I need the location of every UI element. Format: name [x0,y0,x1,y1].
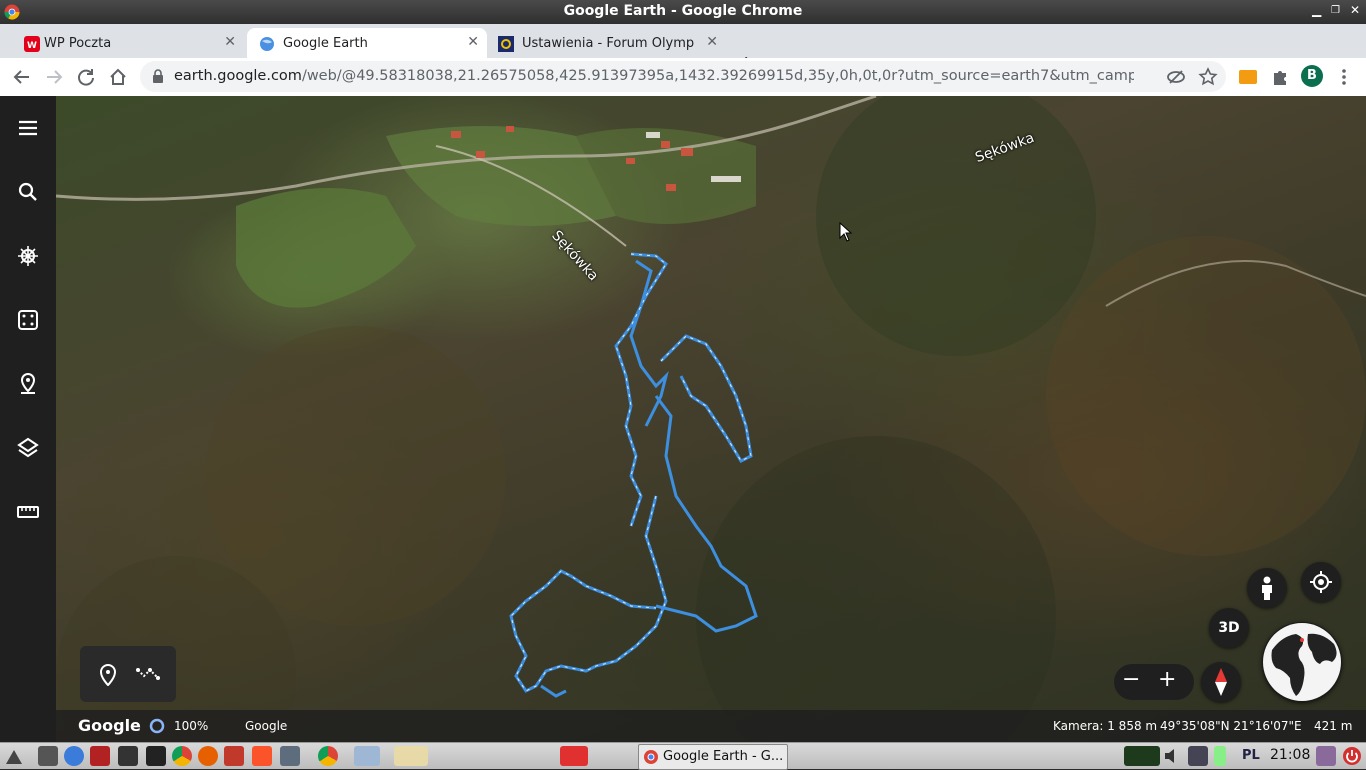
tab-google-earth[interactable]: Google Earth ✕ [247,28,487,58]
terminal-icon[interactable] [118,746,138,766]
window-titlebar: Google Earth - Google Chrome ▁ ❐ ✕ [0,0,1366,24]
toggle-3d-button[interactable]: 3D [1209,608,1249,648]
app-launcher-red-icon[interactable] [90,746,110,766]
reload-icon[interactable] [75,66,97,88]
mouse-cursor-icon [839,222,853,242]
minimize-window-button[interactable]: ▁ [1312,3,1321,17]
doublecmd-icon[interactable] [224,746,244,766]
draw-path-icon[interactable] [136,666,160,682]
os-taskbar: Google Earth - G... PL 21:08 [0,742,1366,770]
loading-percentage: 100% [174,719,209,733]
url-host: earth.google.com [174,68,302,84]
task-vivaldi-icon[interactable] [560,746,588,766]
task-window-icon[interactable] [354,746,380,766]
ship-wheel-icon[interactable] [16,244,40,268]
wp-mail-icon: W [24,36,40,52]
add-placemark-icon[interactable] [98,664,118,686]
search-icon[interactable] [16,180,40,204]
task-label: Google Earth - G... [663,749,784,764]
close-tab-icon[interactable]: ✕ [224,34,236,50]
task-chrome-icon[interactable] [318,746,338,766]
home-icon[interactable] [107,66,129,88]
tab-forum-olympus[interactable]: Ustawienia - Forum Olymp ✕ [490,28,726,58]
google-logo: Google [78,716,141,735]
hamburger-menu-icon[interactable] [16,116,40,140]
volume-icon[interactable] [1162,746,1182,766]
tracking-hidden-eye-icon[interactable] [1166,67,1186,87]
zoom-control: − + [1114,664,1194,700]
globe-icon [1263,623,1341,701]
close-tab-icon[interactable]: ✕ [706,34,718,50]
task-google-earth-chrome[interactable]: Google Earth - G... [638,744,788,770]
close-tab-icon[interactable]: ✕ [467,34,479,50]
zoom-in-button[interactable]: + [1158,667,1176,692]
tab-wp-poczta[interactable]: W WP Poczta ✕ [8,28,244,58]
cpu-monitor-icon [1124,746,1160,766]
add-placemark-toolbox [80,646,176,702]
clock[interactable]: 21:08 [1270,747,1310,763]
compass-north-icon [1215,668,1227,696]
bookmark-star-icon[interactable] [1198,67,1218,87]
extensions-puzzle-icon[interactable] [1270,67,1290,87]
tab-label: Ustawienia - Forum Olymp [522,36,695,51]
satellite-terrain [56,96,1366,742]
more-menu-icon[interactable] [1334,67,1354,87]
browser-toolbar: earth.google.com/web/@49.58318038,21.265… [0,58,1366,97]
globe-minimap[interactable] [1262,622,1342,702]
camera-altitude: Kamera: 1 858 m [1053,719,1158,733]
tab-label: WP Poczta [44,36,112,51]
earth-sidebar [0,96,56,742]
task-file-icon[interactable] [394,746,428,766]
network-browser-icon[interactable] [64,746,84,766]
battery-icon [1214,746,1226,766]
power-icon[interactable] [1342,746,1362,766]
window-switcher-icon[interactable] [280,746,300,766]
start-menu-icon[interactable] [4,746,24,766]
earth-map-view[interactable]: Sękówka Sękówka [56,96,1366,742]
google-earth-icon [260,37,274,51]
ruler-icon[interactable] [16,500,40,524]
brave-launcher-icon[interactable] [252,746,272,766]
window-title: Google Earth - Google Chrome [563,3,803,19]
profile-avatar[interactable]: B [1301,65,1323,87]
extension-orange-icon[interactable] [1238,67,1258,87]
user-icon[interactable] [1316,746,1336,766]
my-location-button[interactable] [1301,562,1341,602]
close-window-button[interactable]: ✕ [1350,3,1360,17]
dice-icon[interactable] [16,308,40,332]
console-icon[interactable] [146,746,166,766]
loading-progress-icon [149,718,165,734]
show-desktop-icon[interactable] [38,746,58,766]
address-bar[interactable]: earth.google.com/web/@49.58318038,21.265… [140,61,1226,92]
zoom-out-button[interactable]: − [1122,667,1140,692]
display-icon[interactable] [1188,746,1208,766]
keyboard-layout[interactable]: PL [1242,748,1260,763]
map-pin-icon[interactable] [16,372,40,396]
tab-strip: W WP Poczta ✕ Google Earth ✕ Ustawienia … [0,24,1366,77]
layers-icon[interactable] [16,436,40,460]
olympus-forum-icon [498,36,514,52]
target-location-icon [1310,571,1332,593]
pegman-icon [1262,576,1272,600]
cursor-coordinates: 49°35'08"N 21°16'07"E [1160,719,1302,733]
street-view-pegman-button[interactable] [1247,568,1287,608]
gps-track [509,252,758,698]
map-status-bar: Google 100% Google Kamera: 1 858 m 49°35… [56,710,1366,742]
url-text: earth.google.com/web/@49.58318038,21.265… [174,68,1134,84]
chrome-launcher-icon[interactable] [172,746,192,766]
tab-label: Google Earth [283,36,368,51]
compass-button[interactable] [1201,662,1241,702]
forward-arrow-icon[interactable] [43,66,65,88]
url-path: /web/@49.58318038,21.26575058,425.913973… [301,68,1134,84]
imagery-attribution[interactable]: Google [245,719,287,733]
lock-icon [153,69,163,83]
maximize-window-button[interactable]: ❐ [1331,5,1340,16]
svg-text:W: W [27,41,37,51]
scale-indicator[interactable]: 421 m [1314,719,1352,733]
chrome-task-icon [644,750,658,764]
firefox-launcher-icon[interactable] [198,746,218,766]
back-arrow-icon[interactable] [11,66,33,88]
